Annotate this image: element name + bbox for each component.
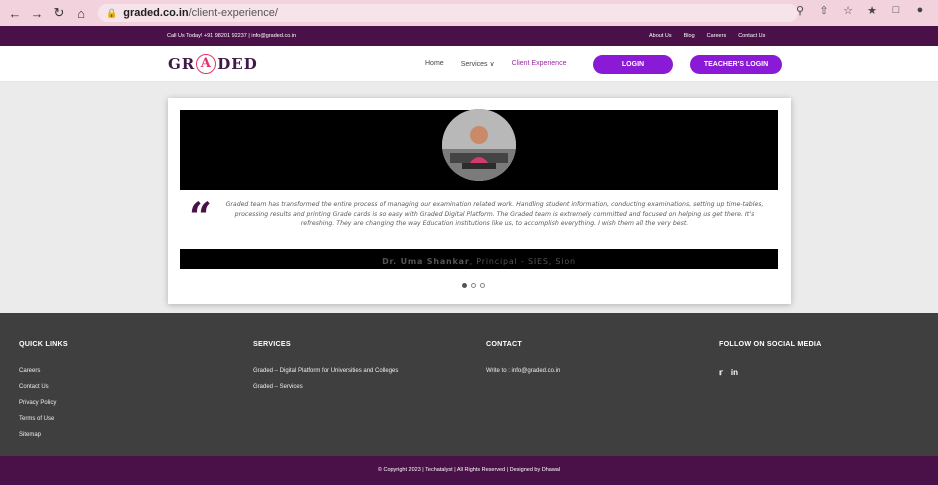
carousel-dot-1[interactable] bbox=[462, 283, 467, 288]
top-contact-bar: Call Us Today! +91 98201 92237 | info@gr… bbox=[0, 26, 938, 46]
author-band: Dr. Uma Shankar, Principal - SIES, Sion bbox=[180, 249, 778, 269]
top-link-contact[interactable]: Contact Us bbox=[738, 33, 765, 39]
testimonial-text: Graded team has transformed the entire p… bbox=[225, 201, 764, 227]
site-header: GR A DED Home Services ∨ Client Experience… bbox=[0, 46, 938, 82]
twitter-icon[interactable]: 𝕣 bbox=[719, 368, 723, 377]
reload-icon[interactable]: ↻ bbox=[50, 4, 68, 22]
back-arrow-icon[interactable]: ← bbox=[6, 4, 24, 22]
footer-quick-links: QUICK LINKS Careers Contact Us Privacy P… bbox=[19, 339, 68, 448]
address-bar[interactable]: 🔒 graded.co.in/client-experience/ bbox=[98, 4, 798, 22]
footer-social-title: FOLLOW ON SOCIAL MEDIA bbox=[719, 339, 822, 348]
url-host: graded.co.in bbox=[123, 7, 189, 19]
footer-service-platform[interactable]: Graded – Digital Platform for Universiti… bbox=[253, 368, 398, 374]
main-nav: Home Services ∨ Client Experience bbox=[425, 60, 583, 68]
carousel-dot-3[interactable] bbox=[480, 283, 485, 288]
footer-contact: CONTACT Write to : info@graded.co.in bbox=[486, 339, 560, 384]
browser-toolbar: ← → ↻ ⌂ 🔒 graded.co.in/client-experience… bbox=[0, 0, 938, 26]
extensions-puzzle-icon[interactable]: ★ bbox=[864, 4, 880, 17]
home-icon[interactable]: ⌂ bbox=[72, 4, 90, 22]
logo-text-left: GR bbox=[168, 55, 196, 73]
author-name: Dr. Uma Shankar bbox=[382, 257, 470, 266]
top-link-careers[interactable]: Careers bbox=[707, 33, 727, 39]
footer-services-title: SERVICES bbox=[253, 339, 291, 348]
forward-arrow-icon[interactable]: → bbox=[28, 4, 46, 22]
zoom-icon[interactable]: ⚲ bbox=[792, 4, 808, 17]
top-links: About Us Blog Careers Contact Us bbox=[649, 33, 765, 39]
footer-contact-title: CONTACT bbox=[486, 339, 522, 348]
nav-client-experience[interactable]: Client Experience bbox=[512, 60, 567, 68]
login-button[interactable]: LOGIN bbox=[593, 55, 673, 74]
teacher-login-button[interactable]: TEACHER'S LOGIN bbox=[690, 55, 782, 74]
bookmark-star-icon[interactable]: ☆ bbox=[840, 4, 856, 17]
logo-a-circle: A bbox=[196, 54, 217, 74]
logo-text-right: DED bbox=[217, 55, 258, 73]
quote-icon: “ bbox=[189, 194, 213, 241]
top-link-about[interactable]: About Us bbox=[649, 33, 672, 39]
footer-link-careers[interactable]: Careers bbox=[19, 368, 68, 374]
top-link-blog[interactable]: Blog bbox=[684, 33, 695, 39]
carousel-dot-2[interactable] bbox=[471, 283, 476, 288]
nav-services[interactable]: Services ∨ bbox=[461, 60, 495, 68]
carousel-dots bbox=[462, 283, 485, 288]
side-panel-icon[interactable]: □ bbox=[888, 4, 904, 17]
footer-service-services[interactable]: Graded – Services bbox=[253, 384, 398, 390]
footer-link-contact[interactable]: Contact Us bbox=[19, 384, 68, 390]
profile-avatar-icon[interactable]: ● bbox=[912, 4, 928, 17]
footer-contact-email[interactable]: Write to : info@graded.co.in bbox=[486, 368, 560, 374]
testimonial-author: Dr. Uma Shankar, Principal - SIES, Sion bbox=[180, 257, 778, 266]
nav-home[interactable]: Home bbox=[425, 60, 444, 68]
linkedin-icon[interactable]: in bbox=[731, 368, 738, 377]
footer-link-terms[interactable]: Terms of Use bbox=[19, 416, 68, 422]
share-icon[interactable]: ⇧ bbox=[816, 4, 832, 17]
copyright-bar: © Copyright 2023 | Techatalyst | All Rig… bbox=[0, 456, 938, 485]
footer-social: FOLLOW ON SOCIAL MEDIA 𝕣 in bbox=[719, 339, 822, 377]
url-path: /client-experience/ bbox=[188, 7, 278, 19]
contact-info: Call Us Today! +91 98201 92237 | info@gr… bbox=[167, 33, 297, 39]
site-footer: QUICK LINKS Careers Contact Us Privacy P… bbox=[0, 313, 938, 456]
author-photo bbox=[442, 109, 516, 181]
lock-icon: 🔒 bbox=[106, 7, 118, 18]
graded-logo[interactable]: GR A DED bbox=[168, 54, 258, 74]
author-role: , Principal - SIES, Sion bbox=[469, 257, 576, 266]
footer-services: SERVICES Graded – Digital Platform for U… bbox=[253, 339, 398, 400]
footer-link-privacy[interactable]: Privacy Policy bbox=[19, 400, 68, 406]
footer-quick-links-title: QUICK LINKS bbox=[19, 339, 68, 348]
footer-link-sitemap[interactable]: Sitemap bbox=[19, 432, 68, 438]
